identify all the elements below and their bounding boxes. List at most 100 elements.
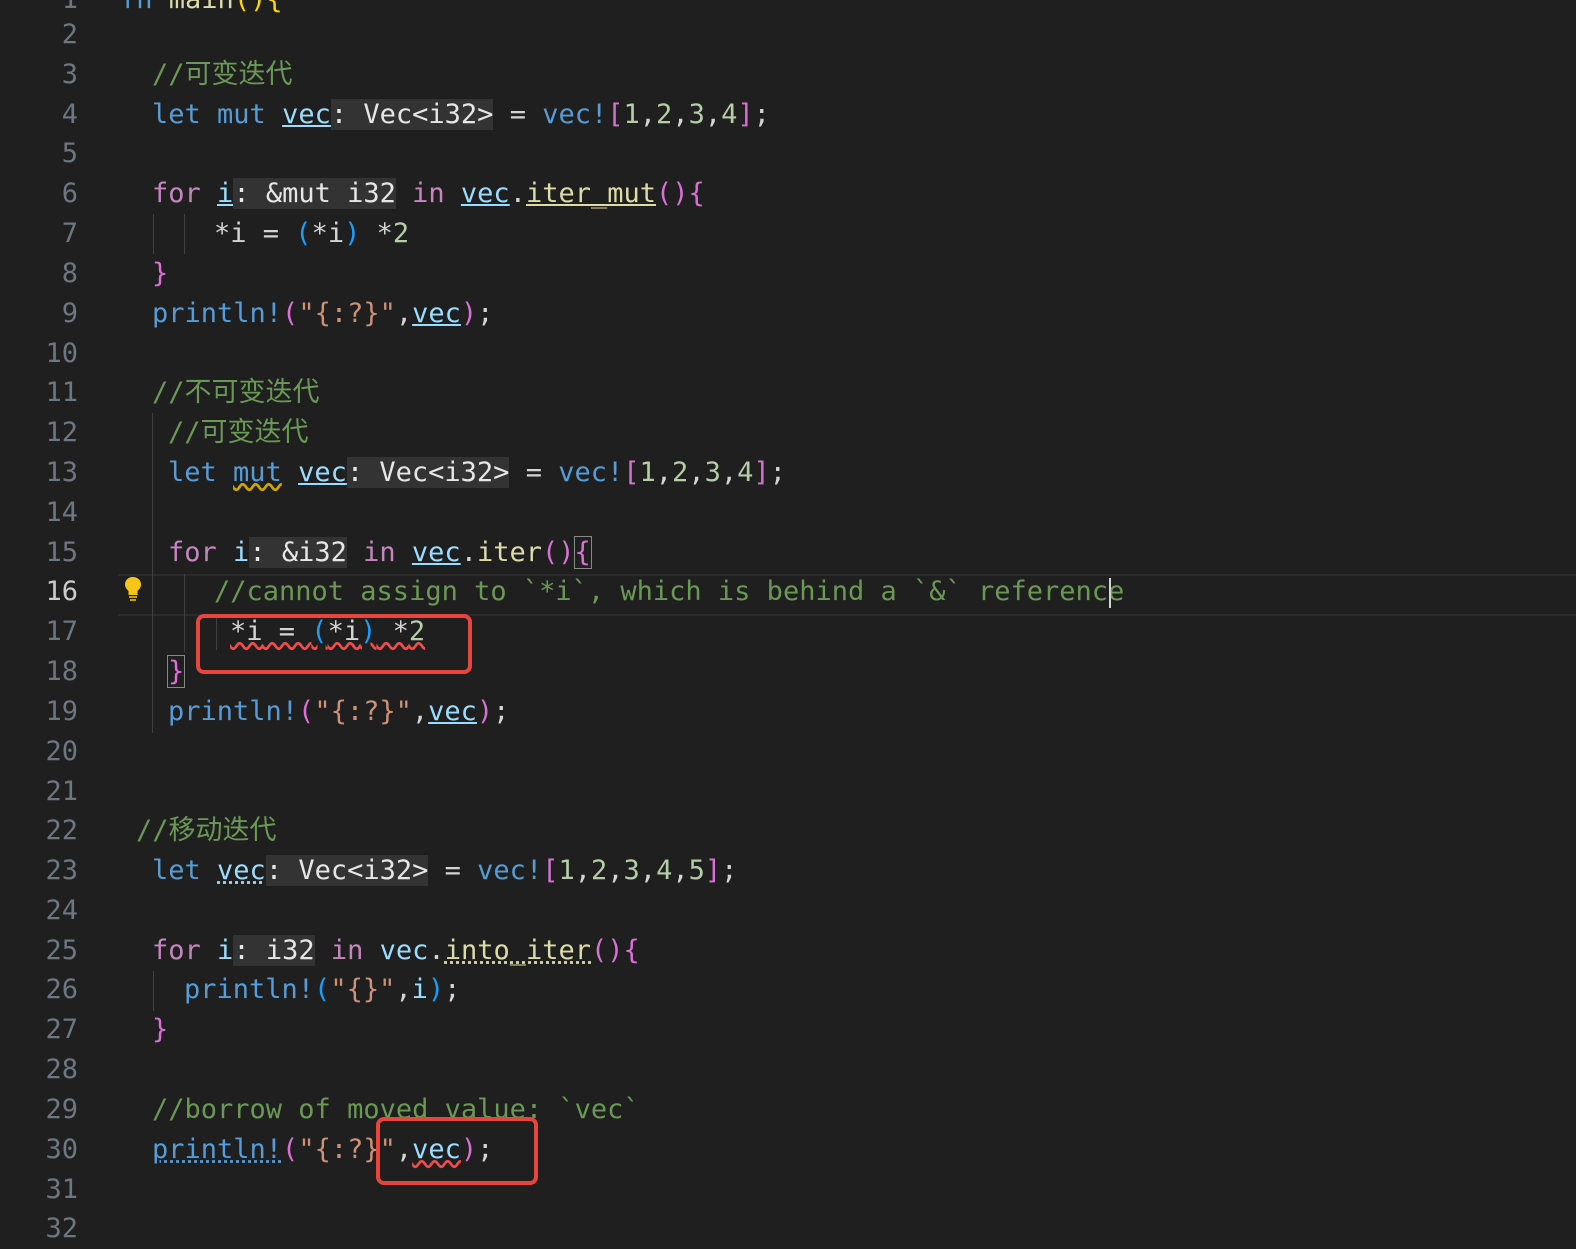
macro: println!	[168, 696, 299, 727]
number: 4	[721, 99, 738, 130]
line-number: 7	[61, 218, 78, 249]
line-number: 11	[45, 377, 78, 408]
comment: //cannot assign to `*i`, which is behind…	[214, 576, 1125, 607]
variable: i	[217, 178, 234, 209]
variable: vec	[411, 537, 461, 568]
line-number: 9	[61, 298, 78, 329]
keyword: let	[152, 855, 201, 886]
code-line-8[interactable]: }	[152, 254, 168, 294]
deref-expression: *i	[311, 218, 345, 249]
code-line-25[interactable]: for i: i32 in vec.into_iter(){	[152, 931, 640, 971]
function-name: main	[169, 0, 234, 15]
keyword: in	[363, 537, 396, 568]
line-number: 28	[45, 1054, 78, 1085]
number: 2	[656, 99, 673, 130]
number: 2	[672, 457, 689, 488]
line-number: 19	[45, 696, 78, 727]
line-number: 24	[45, 895, 78, 926]
comment: //可变迭代	[152, 59, 293, 90]
number: 3	[688, 99, 705, 130]
code-line-1[interactable]: fn main(){	[120, 0, 283, 20]
variable: vec	[412, 298, 461, 329]
line-number: 29	[45, 1094, 78, 1125]
macro: println!	[152, 1134, 283, 1165]
variable: vec	[217, 855, 266, 886]
method: iter	[476, 537, 542, 568]
comment: //移动迭代	[136, 815, 277, 846]
number: 1	[623, 99, 640, 130]
line-number: 22	[45, 815, 78, 846]
keyword: in	[330, 935, 364, 966]
macro: vec!	[542, 99, 608, 130]
code-line-7[interactable]: *i = (*i) *2	[214, 214, 409, 254]
line-number-active: 16	[45, 576, 78, 607]
line-number: 12	[45, 417, 78, 448]
line-number: 5	[61, 138, 78, 169]
variable: vec	[282, 99, 331, 130]
line-number: 10	[45, 338, 78, 369]
code-line-4[interactable]: let mut vec: Vec<i32> = vec![1,2,3,4];	[152, 95, 770, 135]
line-number: 2	[61, 19, 78, 50]
macro: vec!	[477, 855, 543, 886]
line-number: 20	[45, 736, 78, 767]
annotation-box-line-17	[196, 614, 472, 674]
keyword: mut	[217, 99, 266, 130]
code-line-22[interactable]: //移动迭代	[136, 811, 277, 851]
text-cursor	[1109, 578, 1111, 608]
code-line-15[interactable]: for i: &i32 in vec.iter(){	[168, 533, 592, 573]
code-line-6[interactable]: for i: &mut i32 in vec.iter_mut(){	[152, 174, 705, 214]
line-number: 26	[45, 974, 78, 1005]
string: "{}"	[330, 974, 396, 1005]
deref-expression: *i	[214, 218, 247, 249]
line-number: 21	[45, 776, 78, 807]
string: "{:?}"	[298, 298, 396, 329]
code-editor[interactable]: 1 2 3 4 5 6 7 8 9 10 11 12 13 14 15 16 1…	[0, 0, 1576, 1244]
keyword: let	[152, 99, 201, 130]
line-number: 14	[45, 497, 78, 528]
number: 2	[591, 855, 608, 886]
number: 5	[688, 855, 705, 886]
code-line-11[interactable]: //不可变迭代	[152, 373, 320, 413]
variable: vec	[428, 696, 477, 727]
code-line-19[interactable]: println!("{:?}",vec);	[168, 692, 509, 732]
keyword: fn	[120, 0, 153, 15]
line-number: 30	[45, 1134, 78, 1165]
code-line-13[interactable]: let mut vec: Vec<i32> = vec![1,2,3,4];	[168, 453, 786, 493]
comment: //不可变迭代	[152, 377, 320, 408]
line-number: 17	[45, 616, 78, 647]
line-number: 3	[61, 59, 78, 90]
line-number: 15	[45, 537, 78, 568]
variable: vec	[298, 457, 347, 488]
method: into_iter	[444, 935, 591, 966]
code-line-16[interactable]: //cannot assign to `*i`, which is behind…	[214, 572, 1124, 612]
variable: vec	[379, 935, 429, 966]
inlay-type-hint: : &mut i32	[233, 178, 396, 209]
inlay-type-hint: : Vec<i32>	[265, 855, 429, 886]
lightbulb-icon[interactable]	[124, 576, 142, 602]
number: 4	[737, 457, 754, 488]
line-number: 31	[45, 1174, 78, 1205]
macro: println!	[152, 298, 283, 329]
code-line-23[interactable]: let vec: Vec<i32> = vec![1,2,3,4,5];	[152, 851, 737, 891]
code-line-12[interactable]: //可变迭代	[168, 413, 309, 453]
code-line-3[interactable]: //可变迭代	[152, 55, 293, 95]
macro: println!	[184, 974, 315, 1005]
number: 3	[704, 457, 721, 488]
code-line-27[interactable]: }	[152, 1010, 168, 1050]
keyword: for	[152, 178, 201, 209]
macro: vec!	[558, 457, 624, 488]
variable: i	[233, 537, 250, 568]
number: 4	[656, 855, 673, 886]
variable: i	[217, 935, 234, 966]
indent-guide	[184, 214, 185, 254]
line-number-gutter: 1 2 3 4 5 6 7 8 9 10 11 12 13 14 15 16 1…	[0, 0, 100, 1244]
code-line-18[interactable]: }	[166, 652, 186, 692]
line-number: 18	[45, 656, 78, 687]
keyword: let	[168, 457, 217, 488]
line-number: 6	[61, 178, 78, 209]
code-line-9[interactable]: println!("{:?}",vec);	[152, 294, 493, 334]
code-line-26[interactable]: println!("{}",i);	[184, 970, 460, 1010]
number: 1	[558, 855, 575, 886]
string: "{:?}"	[314, 696, 412, 727]
line-number: 8	[61, 258, 78, 289]
